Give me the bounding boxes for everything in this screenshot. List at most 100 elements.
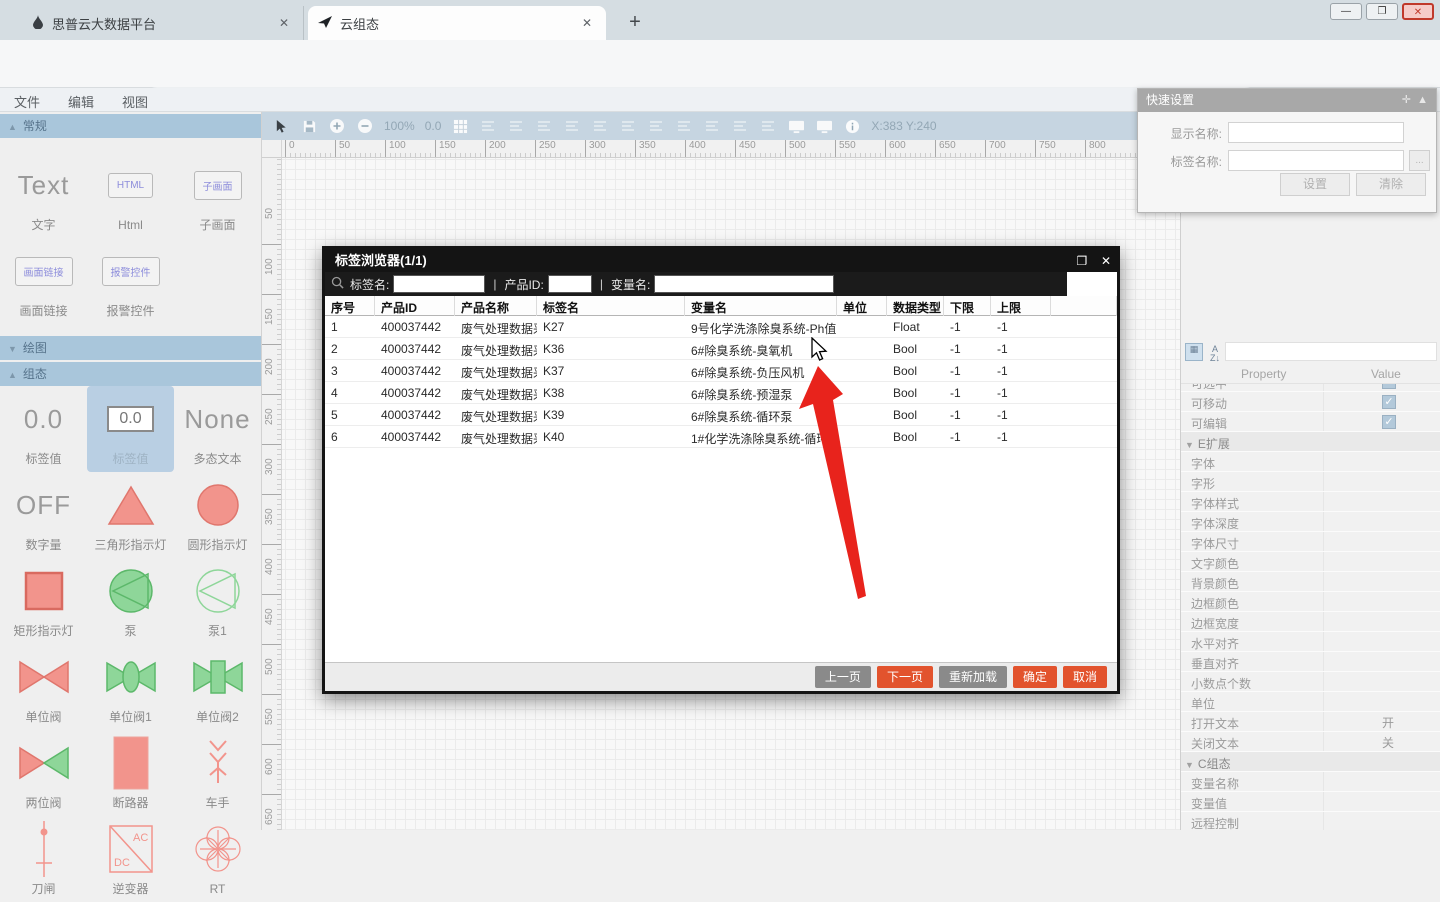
dock-icon[interactable]: ✛	[1402, 94, 1411, 106]
palette-item-数字量[interactable]: OFF数字量	[0, 472, 87, 558]
table-row[interactable]: 4400037442废气处理数据采K386#除臭系统-预湿泵Bool-1-1	[325, 382, 1117, 404]
menu-item-编辑[interactable]: 编辑	[54, 88, 108, 111]
palette-item-刀闸[interactable]: 刀闸	[0, 816, 87, 902]
display-name-input[interactable]	[1228, 122, 1404, 143]
上一页-button[interactable]: 上一页	[815, 666, 871, 688]
set-button[interactable]: 设置	[1280, 173, 1350, 196]
new-tab-button[interactable]: +	[622, 10, 648, 36]
preview-icon[interactable]	[787, 117, 805, 135]
table-header-cell[interactable]: 产品名称	[455, 296, 537, 316]
property-value[interactable]	[1323, 572, 1440, 591]
palette-item-多态文本[interactable]: None多态文本	[174, 386, 261, 472]
section-header-绘图[interactable]: ▼绘图	[0, 336, 261, 360]
dialog-maximize-icon[interactable]: ❐	[1077, 254, 1088, 268]
menu-item-视图[interactable]: 视图	[108, 88, 162, 111]
table-row[interactable]: 1400037442废气处理数据采K279号化学洗涤除臭系统-Ph值Float-…	[325, 316, 1117, 338]
cursor-icon[interactable]	[272, 117, 290, 135]
tag-name-input[interactable]	[1228, 150, 1404, 171]
window-minimize-button[interactable]: —	[1330, 3, 1362, 20]
table-header-cell[interactable]: 下限	[944, 296, 991, 316]
table-header-cell[interactable]: 产品ID	[375, 296, 455, 316]
table-header-cell[interactable]: 序号	[325, 296, 375, 316]
window-restore-button[interactable]: ❐	[1366, 3, 1398, 20]
property-value[interactable]	[1323, 492, 1440, 511]
property-value[interactable]	[1323, 452, 1440, 471]
palette-item-单位阀1[interactable]: 单位阀1	[87, 644, 174, 730]
property-value[interactable]	[1323, 472, 1440, 491]
palette-item-圆形指示灯[interactable]: 圆形指示灯	[174, 472, 261, 558]
property-value[interactable]	[1323, 812, 1440, 830]
zoom-out-icon[interactable]	[356, 117, 374, 135]
property-value[interactable]: ✓	[1323, 384, 1440, 391]
zoom-in-icon[interactable]	[328, 117, 346, 135]
search-icon[interactable]	[507, 117, 525, 135]
property-value[interactable]	[1323, 532, 1440, 551]
table-row[interactable]: 2400037442废气处理数据采K366#除臭系统-臭氧机Bool-1-1	[325, 338, 1117, 360]
palette-item-子画面[interactable]: 子画面子画面	[174, 152, 261, 238]
palette-item-逆变器[interactable]: ACDC逆变器	[87, 816, 174, 902]
preview2-icon[interactable]	[815, 117, 833, 135]
pause-icon[interactable]	[759, 117, 777, 135]
distribute-h-icon[interactable]	[703, 117, 721, 135]
align-bottom-icon[interactable]	[675, 117, 693, 135]
align-left-icon[interactable]	[535, 117, 553, 135]
align-middle-icon[interactable]	[647, 117, 665, 135]
checkbox-checked-icon[interactable]: ✓	[1382, 415, 1396, 429]
palette-item-单位阀[interactable]: 单位阀	[0, 644, 87, 730]
table-row[interactable]: 3400037442废气处理数据采K376#除臭系统-负压风机Bool-1-1	[325, 360, 1117, 382]
property-search-input[interactable]	[1225, 342, 1437, 361]
palette-item-画面链接[interactable]: 画面链接画面链接	[0, 238, 87, 324]
table-header-cell[interactable]	[1051, 296, 1117, 316]
dialog-close-icon[interactable]: ✕	[1101, 254, 1111, 268]
property-row-C组态[interactable]: ▼C组态	[1181, 752, 1440, 772]
browser-tab-2[interactable]: 云组态 ✕	[308, 6, 606, 40]
var-name-search-input[interactable]	[654, 275, 834, 293]
palette-item-单位阀2[interactable]: 单位阀2	[174, 644, 261, 730]
info-icon[interactable]	[843, 117, 861, 135]
tab-close-icon[interactable]: ✕	[578, 14, 596, 32]
tab-close-icon[interactable]: ✕	[275, 14, 293, 32]
section-header-组态[interactable]: ▲组态	[0, 362, 261, 386]
table-header-cell[interactable]: 上限	[991, 296, 1051, 316]
browse-tags-button[interactable]: ...	[1409, 150, 1430, 171]
property-value[interactable]	[1323, 512, 1440, 531]
product-id-search-input[interactable]	[548, 275, 592, 293]
table-header-cell[interactable]: 单位	[837, 296, 887, 316]
table-header-cell[interactable]: 变量名	[685, 296, 837, 316]
property-value[interactable]	[1323, 652, 1440, 671]
table-header-cell[interactable]: 标签名	[537, 296, 685, 316]
checkbox-checked-icon[interactable]: ✓	[1382, 384, 1396, 389]
palette-item-泵1[interactable]: 泵1	[174, 558, 261, 644]
property-value[interactable]	[1323, 632, 1440, 651]
distribute-v-icon[interactable]	[731, 117, 749, 135]
palette-item-两位阀[interactable]: 两位阀	[0, 730, 87, 816]
palette-item-矩形指示灯[interactable]: 矩形指示灯	[0, 558, 87, 644]
palette-item-泵[interactable]: 泵	[87, 558, 174, 644]
collapse-up-icon[interactable]: ▲	[1417, 94, 1428, 106]
table-header-cell[interactable]: 数据类型	[887, 296, 944, 316]
property-value[interactable]: 关	[1323, 732, 1440, 751]
menu-item-文件[interactable]: 文件	[0, 88, 54, 111]
align-top-icon[interactable]	[619, 117, 637, 135]
browser-tab-1[interactable]: 思普云大数据平台 ✕	[22, 6, 304, 40]
property-value[interactable]	[1323, 772, 1440, 791]
checkbox-checked-icon[interactable]: ✓	[1382, 395, 1396, 409]
palette-item-标签值[interactable]: 0.0标签值	[87, 386, 174, 472]
property-value[interactable]	[1323, 672, 1440, 691]
palette-item-标签值[interactable]: 0.0标签值	[0, 386, 87, 472]
property-value[interactable]	[1323, 552, 1440, 571]
property-value[interactable]	[1323, 612, 1440, 631]
categorized-view-icon[interactable]: ▦	[1185, 343, 1203, 361]
sort-az-icon[interactable]: AZ↓	[1206, 343, 1224, 361]
copy-icon[interactable]	[479, 117, 497, 135]
grid-icon[interactable]	[451, 117, 469, 135]
property-value[interactable]	[1323, 792, 1440, 811]
property-value[interactable]: 开	[1323, 712, 1440, 731]
取消-button[interactable]: 取消	[1063, 666, 1107, 688]
align-right-icon[interactable]	[591, 117, 609, 135]
window-close-button[interactable]: ✕	[1402, 3, 1434, 20]
property-value[interactable]	[1323, 592, 1440, 611]
确定-button[interactable]: 确定	[1013, 666, 1057, 688]
palette-item-车手[interactable]: 车手	[174, 730, 261, 816]
palette-item-文字[interactable]: Text文字	[0, 152, 87, 238]
